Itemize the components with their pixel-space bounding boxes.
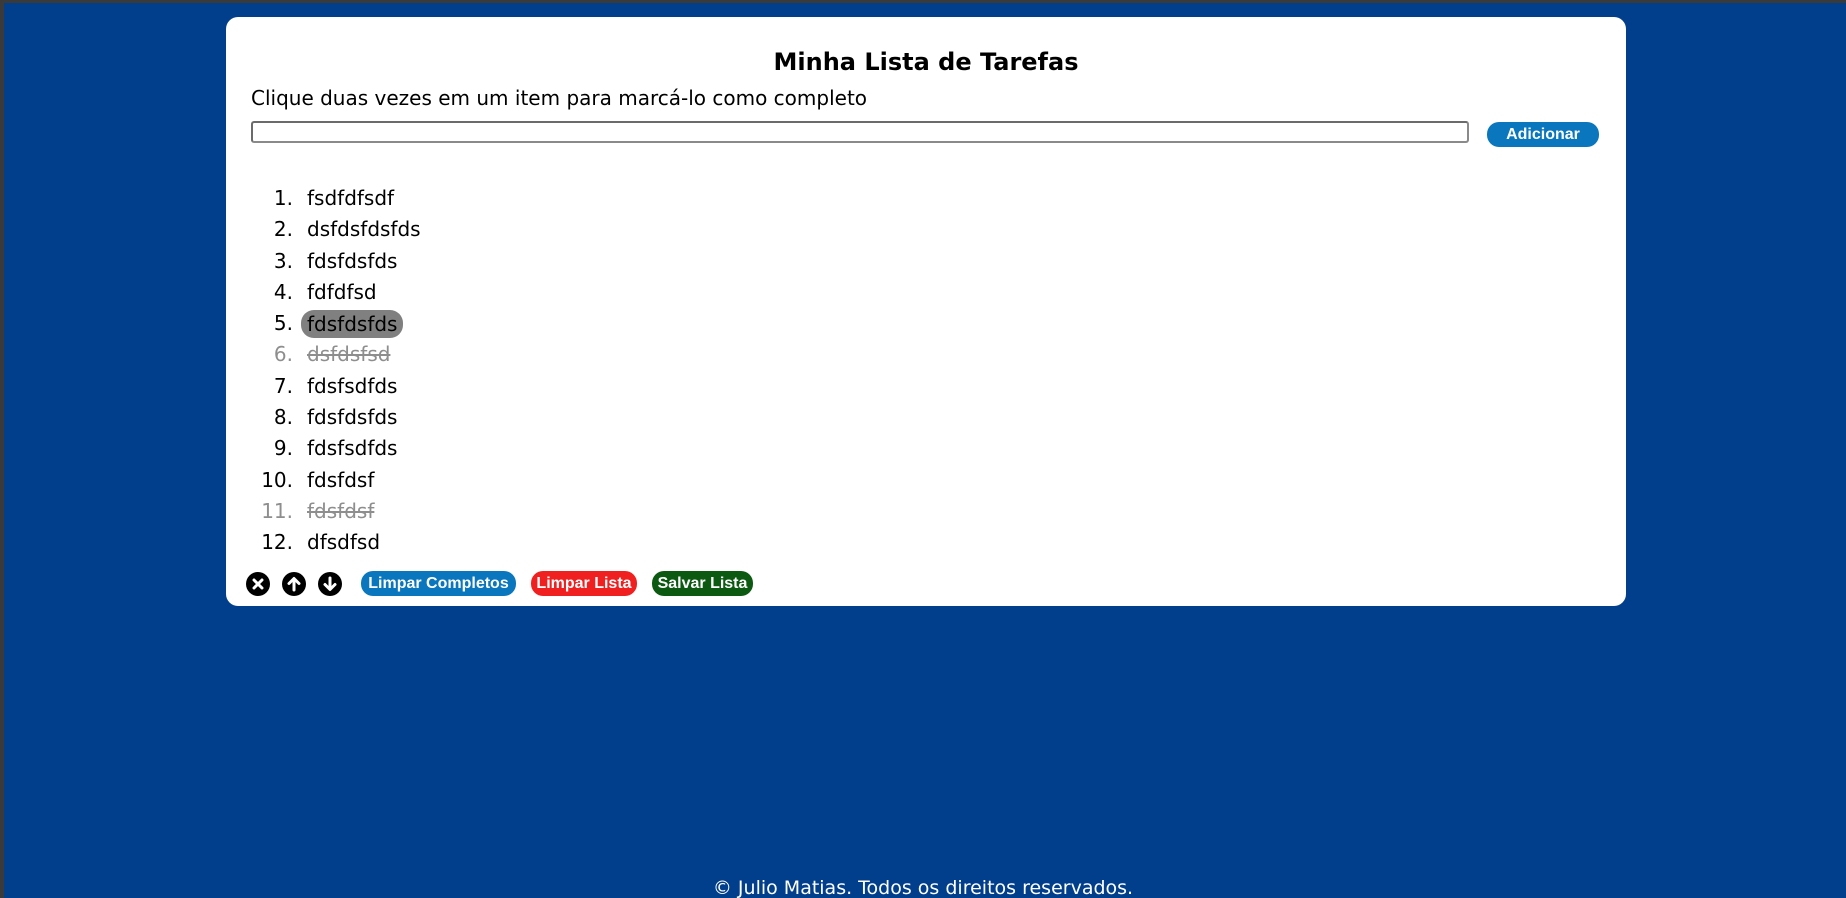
task-number: 1. — [273, 186, 293, 210]
task-text[interactable]: fdsfsdfds — [307, 433, 397, 464]
task-number: 10. — [261, 467, 293, 492]
task-number: 4. — [273, 279, 293, 304]
remove-icon[interactable] — [246, 572, 270, 596]
task-number: 2. — [273, 217, 293, 242]
task-number: 5. — [273, 311, 293, 336]
task-text[interactable]: fdsfdsf — [307, 465, 374, 496]
task-text[interactable]: dsfdsfsd — [307, 339, 390, 370]
task-number: 8. — [273, 405, 293, 430]
task-number: 6. — [273, 342, 293, 367]
task-number: 12. — [261, 530, 293, 555]
clear-list-button[interactable]: Limpar Lista — [531, 571, 637, 596]
task-text[interactable]: dsfdsfdsfds — [307, 214, 421, 245]
task-text[interactable]: fdsfsdfds — [307, 371, 397, 402]
task-text[interactable]: fdsfdsfds — [307, 402, 397, 433]
task-number: 3. — [273, 248, 293, 273]
window-left-border — [0, 0, 4, 898]
window-top-border — [0, 0, 1846, 3]
page-title: Minha Lista de Tarefas — [773, 48, 1079, 76]
task-text[interactable]: fsdfdfsdf — [307, 183, 394, 214]
save-list-button[interactable]: Salvar Lista — [652, 571, 753, 596]
task-number: 9. — [273, 436, 293, 461]
arrow-down-icon[interactable] — [318, 572, 342, 596]
task-text[interactable]: fdfdfsd — [307, 277, 377, 308]
task-text[interactable]: fdsfdsfds — [307, 246, 397, 277]
task-input[interactable] — [251, 121, 1469, 143]
clear-completed-button[interactable]: Limpar Completos — [361, 571, 516, 596]
task-text[interactable]: fdsfdsfds — [301, 310, 404, 339]
footer-copyright: © Julio Matias. Todos os direitos reserv… — [712, 877, 1134, 898]
add-button[interactable]: Adicionar — [1487, 122, 1599, 147]
task-number: 7. — [273, 373, 293, 398]
task-text[interactable]: dfsdfsd — [307, 527, 380, 558]
instructions-text: Clique duas vezes em um item para marcá-… — [251, 86, 868, 110]
task-number: 11. — [261, 498, 293, 523]
todo-card: Minha Lista de Tarefas Clique duas vezes… — [226, 17, 1626, 606]
task-text[interactable]: fdsfdsf — [307, 496, 374, 527]
arrow-up-icon[interactable] — [282, 572, 306, 596]
